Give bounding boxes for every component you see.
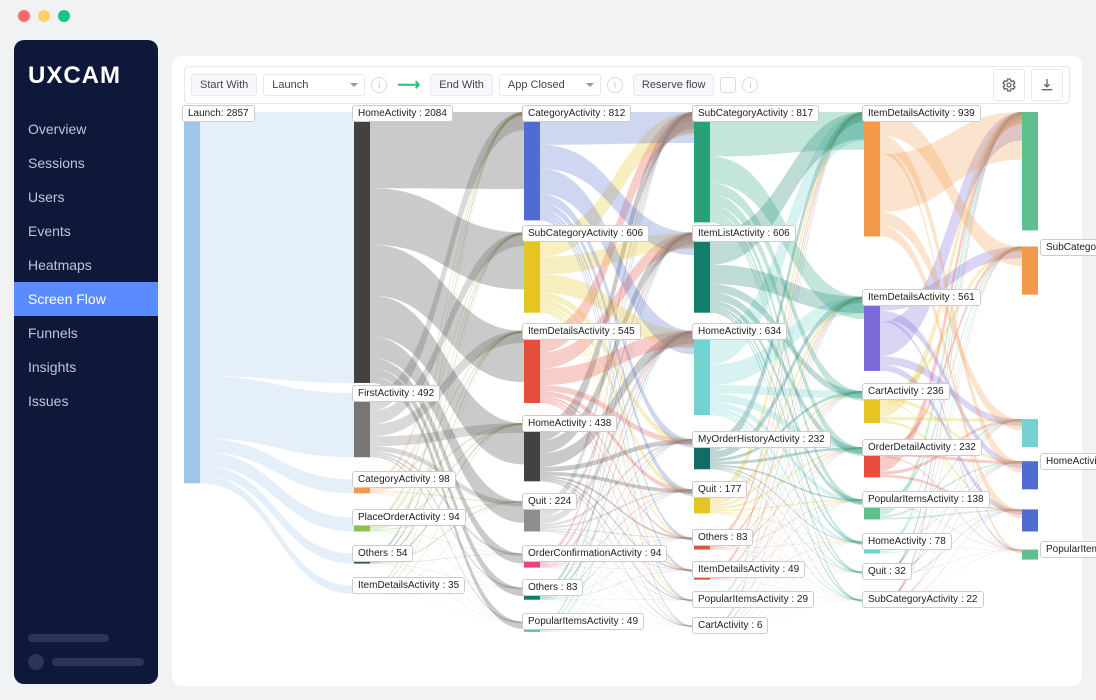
- download-icon: [1039, 77, 1055, 93]
- sankey-node-label[interactable]: FirstActivity : 492: [352, 385, 440, 402]
- sankey-node-label[interactable]: MyOrderHistoryActivity : 232: [692, 431, 831, 448]
- settings-icon: [1001, 77, 1017, 93]
- sankey-node-label[interactable]: CategoryActivity : 98: [352, 471, 456, 488]
- nav-sessions[interactable]: Sessions: [14, 146, 158, 180]
- download-button[interactable]: [1031, 69, 1063, 101]
- sankey-node-label[interactable]: HomeActivity : 2084: [352, 105, 453, 122]
- sankey-node-label[interactable]: ItemDetailsActivity : 561: [862, 289, 981, 306]
- username-placeholder: [52, 658, 144, 666]
- start-with-label: Start With: [191, 74, 257, 96]
- sankey-node-label[interactable]: ItemDetailsActivity : 545: [522, 323, 641, 340]
- sankey-node-label[interactable]: ItemDetailsActivity : 35: [352, 577, 465, 594]
- content-panel: Start With Launch i ⟶ End With App Close…: [172, 56, 1082, 686]
- sankey-node-label[interactable]: SubCategoryActivity : 606: [522, 225, 649, 242]
- sankey-node-label[interactable]: OrderConfirmationActivity : 94: [522, 545, 667, 562]
- nav-issues[interactable]: Issues: [14, 384, 158, 418]
- sankey-node-label[interactable]: ItemDetailsActivity : 939: [862, 105, 981, 122]
- profile-bar: [28, 634, 109, 642]
- sankey-node-label[interactable]: HomeActivity : 211: [1040, 453, 1096, 470]
- sankey-node-label[interactable]: SubCategoryActivity : 22: [862, 591, 984, 608]
- end-with-label: End With: [430, 74, 493, 96]
- app-window: UXCAM OverviewSessionsUsersEventsHeatmap…: [0, 0, 1096, 700]
- sidebar: UXCAM OverviewSessionsUsersEventsHeatmap…: [14, 40, 158, 684]
- sankey-node-label[interactable]: CartActivity : 6: [692, 617, 768, 634]
- info-icon[interactable]: i: [371, 77, 387, 93]
- nav-users[interactable]: Users: [14, 180, 158, 214]
- brand-text: UXCAM: [28, 62, 121, 90]
- arrow-right-icon: ⟶: [397, 75, 420, 95]
- end-with-select[interactable]: App Closed: [499, 74, 601, 96]
- avatar-placeholder: [28, 654, 44, 670]
- sankey-node-label[interactable]: HomeActivity : 438: [522, 415, 617, 432]
- sankey-node-label[interactable]: PopularItemsActivity : 29: [1040, 541, 1096, 558]
- nav-heatmaps[interactable]: Heatmaps: [14, 248, 158, 282]
- sankey-node-label[interactable]: PopularItemsActivity : 49: [522, 613, 644, 630]
- nav-list: OverviewSessionsUsersEventsHeatmapsScree…: [14, 112, 158, 418]
- minimize-dot[interactable]: [38, 10, 50, 22]
- sankey-node-label[interactable]: CartActivity : 236: [862, 383, 950, 400]
- sankey-node-label[interactable]: Quit : 177: [692, 481, 747, 498]
- nav-events[interactable]: Events: [14, 214, 158, 248]
- sankey-node-label[interactable]: Others : 83: [522, 579, 583, 596]
- reserve-flow-label: Reserve flow: [633, 74, 715, 96]
- info-icon[interactable]: i: [607, 77, 623, 93]
- sankey-node-label[interactable]: OrderDetailActivity : 232: [862, 439, 982, 456]
- nav-funnels[interactable]: Funnels: [14, 316, 158, 350]
- sankey-node-label[interactable]: SubCategoryActivity : 817: [692, 105, 819, 122]
- info-icon[interactable]: i: [742, 77, 758, 93]
- sankey-node-label[interactable]: PopularItemsActivity : 29: [692, 591, 814, 608]
- reserve-flow-checkbox[interactable]: [720, 77, 736, 93]
- close-dot[interactable]: [18, 10, 30, 22]
- sankey-node-label[interactable]: SubCategoryActivity : 356: [1040, 239, 1096, 256]
- sankey-node-label[interactable]: ItemListActivity : 606: [692, 225, 796, 242]
- nav-insights[interactable]: Insights: [14, 350, 158, 384]
- toolbar: Start With Launch i ⟶ End With App Close…: [184, 66, 1070, 104]
- maximize-dot[interactable]: [58, 10, 70, 22]
- profile-placeholder: [28, 634, 144, 670]
- sankey-node-label[interactable]: HomeActivity : 634: [692, 323, 787, 340]
- start-with-select[interactable]: Launch: [263, 74, 365, 96]
- sankey-node-label[interactable]: Quit : 224: [522, 493, 577, 510]
- sankey-node-label[interactable]: Quit : 32: [862, 563, 912, 580]
- sankey-node-label[interactable]: ItemDetailsActivity : 49: [692, 561, 805, 578]
- brand-logo: UXCAM: [14, 40, 158, 112]
- sankey-node-label[interactable]: Others : 54: [352, 545, 413, 562]
- profile-row: [28, 654, 144, 670]
- sankey-node-label[interactable]: PopularItemsActivity : 138: [862, 491, 990, 508]
- sankey-node-label[interactable]: PlaceOrderActivity : 94: [352, 509, 466, 526]
- sankey-node-label[interactable]: HomeActivity : 78: [862, 533, 952, 550]
- sankey-node-label[interactable]: CategoryActivity : 812: [522, 105, 631, 122]
- settings-button[interactable]: [993, 69, 1025, 101]
- nav-overview[interactable]: Overview: [14, 112, 158, 146]
- sankey-node-label[interactable]: Launch: 2857: [182, 105, 255, 122]
- titlebar: [0, 0, 1096, 32]
- sankey-chart: Launch: 2857HomeActivity : 2084FirstActi…: [184, 112, 1070, 674]
- sankey-node-label[interactable]: Others : 83: [692, 529, 753, 546]
- nav-screen-flow[interactable]: Screen Flow: [14, 282, 158, 316]
